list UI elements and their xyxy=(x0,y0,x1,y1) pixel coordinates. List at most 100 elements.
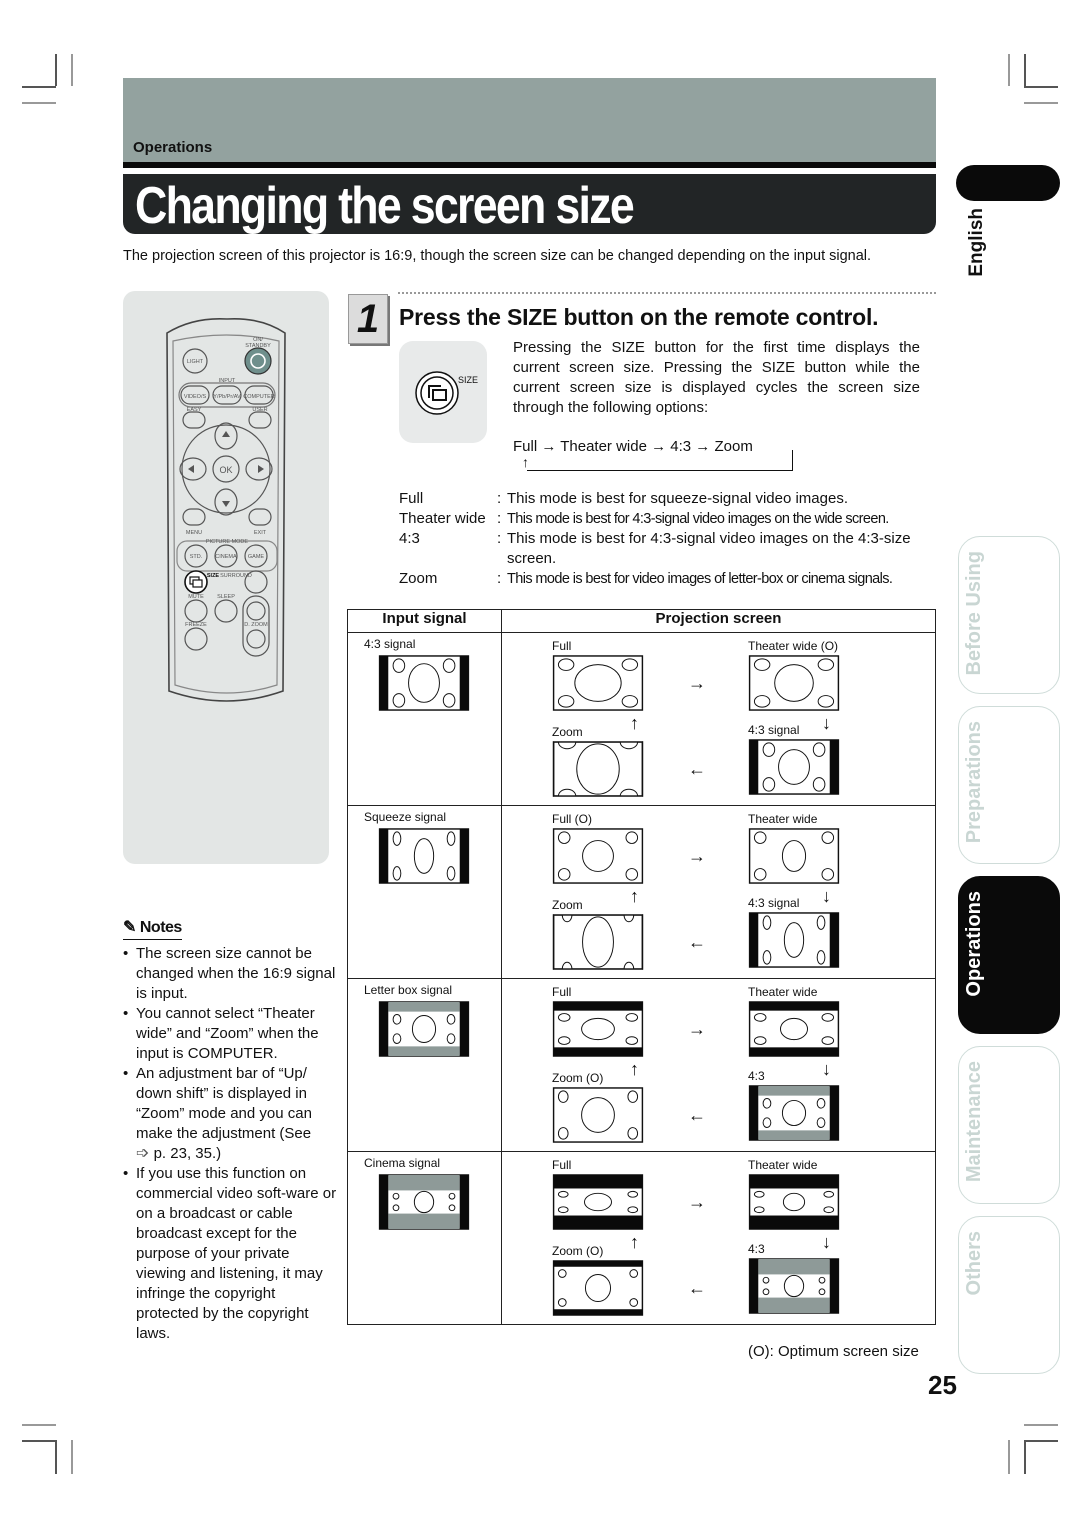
full-label: Full xyxy=(552,1158,572,1172)
crop-mark xyxy=(71,1440,73,1474)
size-button-illustration: SIZE xyxy=(399,341,487,443)
svg-text:CINEMA: CINEMA xyxy=(215,554,237,560)
language-pill xyxy=(956,165,1060,201)
crop-mark xyxy=(1008,54,1010,86)
projection-screen-cell: Full → Theater wide ↑ Zoom (O) ↓ 4:3 ← xyxy=(501,1151,936,1325)
input-signal-label: Squeeze signal xyxy=(364,810,447,824)
zoom-label: Zoom xyxy=(552,725,583,739)
four-three-label: 4:3 signal xyxy=(748,723,800,737)
tab-others[interactable]: Others xyxy=(958,1216,1060,1374)
tab-label: Preparations xyxy=(963,721,985,844)
svg-text:STANDBY: STANDBY xyxy=(245,343,271,349)
crop-mark xyxy=(1024,1440,1058,1442)
input-signal-cell: Cinema signal xyxy=(347,1151,502,1325)
cycle-loop-line xyxy=(527,450,793,471)
crop-mark xyxy=(55,54,57,86)
theater-wide-screen xyxy=(748,655,840,716)
svg-text:PICTURE MODE: PICTURE MODE xyxy=(206,539,249,545)
arrow-up-icon: ↑ xyxy=(630,713,639,733)
svg-text:OK: OK xyxy=(219,465,232,475)
svg-text:MENU: MENU xyxy=(186,530,202,536)
size-button-icon: SIZE xyxy=(415,371,478,415)
theater-wide-screen xyxy=(748,1001,840,1062)
input-signal-label: Letter box signal xyxy=(364,983,453,997)
mode-row: Theater wide: This mode is best for 4:3-s… xyxy=(399,509,924,529)
arrow-right-icon: → xyxy=(688,673,706,693)
arrow-right-icon: → xyxy=(688,1192,706,1212)
section-header-band: Operations xyxy=(123,78,936,162)
tab-label: Maintenance xyxy=(963,1061,985,1183)
crop-mark xyxy=(71,54,73,86)
zoom-label: Zoom xyxy=(552,898,583,912)
svg-text:EASY: EASY xyxy=(187,407,202,413)
crop-mark xyxy=(1024,1424,1058,1426)
crop-mark xyxy=(1024,102,1058,104)
input-signal-cell: Squeeze signal xyxy=(347,805,502,979)
four-three-screen xyxy=(748,1085,840,1146)
arrow-right-icon: → xyxy=(688,846,706,866)
note-text: An adjustment bar of “Up/ down shift” is… xyxy=(136,1065,312,1142)
remote-control-icon: ON/ STANDBY LIGHT INPUT VIDEO/S Y/Pb/Pr/… xyxy=(166,317,286,702)
tab-label: Operations xyxy=(963,891,985,997)
tab-operations[interactable]: Operations xyxy=(958,876,1060,1034)
page-reference-link[interactable]: p. 23, 35.) xyxy=(154,1145,222,1162)
projection-screen-cell: Full → Theater wide (O) ↑ Zoom ↓ 4:3 sig… xyxy=(501,632,936,806)
remote-control-illustration: ON/ STANDBY LIGHT INPUT VIDEO/S Y/Pb/Pr/… xyxy=(123,291,329,864)
tab-before-using[interactable]: Before Using xyxy=(958,536,1060,694)
title-bar: Changing the screen size xyxy=(123,174,936,235)
tab-maintenance[interactable]: Maintenance xyxy=(958,1046,1060,1204)
zoom-label: Zoom (O) xyxy=(552,1071,604,1085)
theater-wide-label: Theater wide xyxy=(748,812,818,826)
svg-text:STD.: STD. xyxy=(190,554,203,560)
mode-name: Zoom xyxy=(399,570,438,587)
tab-preparations[interactable]: Preparations xyxy=(958,706,1060,864)
page-title: Changing the screen size xyxy=(135,177,635,235)
crop-mark xyxy=(1008,1440,1010,1474)
svg-text:EXIT: EXIT xyxy=(254,530,267,536)
mode-desc: This mode is best for 4:3-signal video i… xyxy=(507,530,911,567)
arrow-right-icon: → xyxy=(688,1019,706,1039)
svg-text:COMPUTER: COMPUTER xyxy=(243,394,275,400)
input-signal-screen xyxy=(378,1001,470,1062)
projection-screen-cell: Full → Theater wide ↑ Zoom (O) ↓ 4:3 ← xyxy=(501,978,936,1152)
note-item: An adjustment bar of “Up/ down shift” is… xyxy=(123,1064,338,1164)
zoom-screen xyxy=(552,1260,644,1321)
crop-mark xyxy=(55,1440,57,1474)
svg-text:D. ZOOM: D. ZOOM xyxy=(244,622,268,628)
crop-mark xyxy=(22,1424,56,1426)
four-three-label: 4:3 signal xyxy=(748,896,800,910)
svg-text:SLEEP: SLEEP xyxy=(217,594,235,600)
input-signal-screen xyxy=(378,655,470,716)
four-three-label: 4:3 xyxy=(748,1069,765,1083)
size-button-label: SIZE xyxy=(458,375,478,385)
svg-text:SURROUND: SURROUND xyxy=(220,573,252,579)
notes-heading: ✎ Notes xyxy=(123,918,182,940)
theater-wide-label: Theater wide xyxy=(748,985,818,999)
theater-wide-label: Theater wide (O) xyxy=(748,639,839,653)
signal-table: Input signal Projection screen 4:3 signa… xyxy=(347,609,936,1325)
full-screen xyxy=(552,828,644,889)
step-description: Pressing the SIZE button for the first t… xyxy=(513,339,920,416)
mode-name: Theater wide xyxy=(399,510,486,527)
mode-name: 4:3 xyxy=(399,530,420,547)
notes-heading-text: Notes xyxy=(139,919,182,936)
zoom-screen xyxy=(552,905,644,979)
arrow-down-icon: ↓ xyxy=(822,1059,831,1079)
arrow-down-icon: ↓ xyxy=(822,1232,831,1252)
language-label: English xyxy=(966,208,987,277)
mode-desc: This mode is best for video images of le… xyxy=(507,571,893,587)
column-header-input: Input signal xyxy=(347,609,502,633)
svg-text:USER: USER xyxy=(252,407,267,413)
theater-wide-screen xyxy=(748,828,840,889)
zoom-screen xyxy=(552,1087,644,1148)
table-row: Letter box signal Full → Theater wide ↑ … xyxy=(347,978,936,1152)
table-row: Squeeze signal Full (O) → Theater wide ↑… xyxy=(347,805,936,979)
arrow-left-icon: ← xyxy=(688,932,706,952)
intro-text: The projection screen of this projector … xyxy=(123,248,872,264)
dotted-divider xyxy=(398,292,936,300)
mode-row: 4:3: This mode is best for 4:3-signal vid… xyxy=(399,529,924,569)
theater-wide-screen xyxy=(748,1174,840,1235)
arrow-left-icon: ← xyxy=(688,1105,706,1125)
four-three-screen xyxy=(748,912,840,973)
mode-row: Full: This mode is best for squeeze-signa… xyxy=(399,489,924,509)
